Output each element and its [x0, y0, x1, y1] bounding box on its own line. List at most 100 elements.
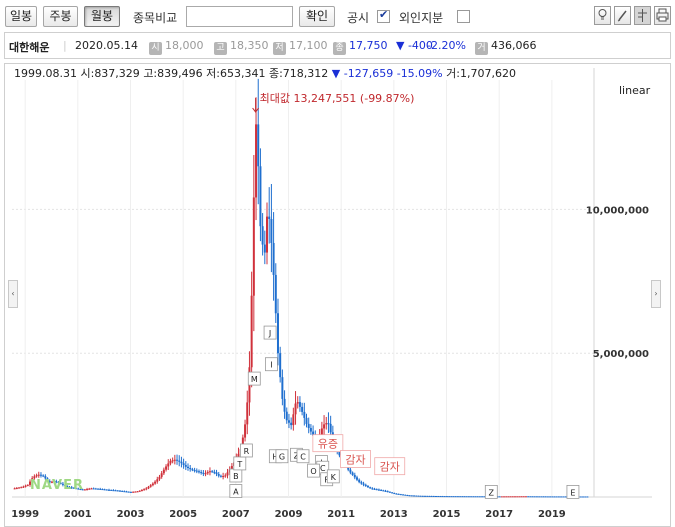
ohlc-body — [307, 423, 310, 428]
x-tick-label: 2015 — [433, 509, 461, 520]
ohlc-body — [417, 495, 420, 497]
ohlc-body — [272, 242, 275, 275]
x-tick-label: 2007 — [222, 509, 250, 520]
ohlc-body — [445, 496, 448, 498]
ohlc-body — [535, 496, 538, 498]
ohlc-body — [560, 496, 563, 498]
ohlc-body — [424, 495, 427, 497]
ohlc-body — [97, 488, 100, 490]
ohlc-body — [301, 406, 304, 412]
ohlc-body — [450, 496, 453, 498]
ohlc-body — [90, 488, 93, 490]
ohlc-body — [244, 424, 247, 438]
ohlc-body — [42, 475, 45, 477]
ohlc-body — [83, 489, 86, 491]
ohlc-body — [132, 491, 135, 493]
ohlc-body — [180, 461, 183, 464]
ohlc-body — [165, 466, 168, 470]
event-marker-label: G — [279, 453, 285, 462]
ohlc-body — [582, 496, 585, 498]
ohlc-body — [362, 483, 365, 485]
ohlc-body — [213, 471, 216, 473]
ohlc-body — [116, 490, 119, 492]
event-marker-label: R — [244, 447, 250, 456]
ohlc-body — [538, 496, 541, 498]
ohlc-body — [546, 496, 549, 498]
ohlc-body — [108, 489, 110, 491]
ohlc-body — [15, 487, 18, 489]
ohlc-body — [255, 124, 258, 198]
ohlc-body — [88, 488, 91, 490]
ohlc-body — [189, 468, 192, 470]
ohlc-body — [393, 493, 396, 495]
ohlc-body — [531, 496, 534, 498]
x-tick-label: 2013 — [380, 509, 408, 520]
ohlc-body — [178, 460, 181, 462]
ohlc-body — [211, 471, 214, 473]
ohlc-body — [160, 473, 163, 477]
ohlc-body — [305, 417, 308, 424]
ohlc-body — [402, 494, 405, 496]
x-tick-label: 2003 — [117, 509, 145, 520]
ohlc-body — [579, 496, 582, 498]
ohlc-body — [134, 491, 137, 493]
ohlc-body — [549, 496, 552, 498]
ohlc-body — [505, 496, 508, 498]
ohlc-body — [123, 491, 126, 493]
ohlc-body — [555, 496, 558, 498]
ohlc-body — [329, 423, 332, 433]
ohlc-body — [470, 496, 473, 498]
ohlc-body — [217, 473, 220, 476]
ohlc-body — [171, 460, 174, 462]
ohlc-body — [219, 475, 222, 477]
ohlc-body — [226, 472, 229, 476]
ohlc-body — [426, 495, 429, 497]
ohlc-body — [114, 490, 117, 492]
ohlc-body — [149, 485, 152, 487]
ohlc-body — [456, 496, 459, 498]
ohlc-body — [184, 465, 187, 467]
ohlc-body — [35, 475, 38, 477]
ohlc-body — [281, 377, 284, 399]
ohlc-body — [22, 486, 25, 488]
ohlc-body — [463, 496, 466, 498]
ohlc-body — [118, 490, 121, 492]
ohlc-body — [257, 124, 260, 167]
ohlc-body — [380, 489, 383, 491]
ohlc-body — [187, 466, 190, 469]
ohlc-body — [290, 422, 293, 426]
ohlc-body — [551, 496, 554, 498]
ohlc-body — [459, 496, 462, 498]
ohlc-body — [222, 476, 225, 478]
ohlc-body — [151, 483, 154, 486]
ohlc-body — [557, 496, 560, 498]
ohlc-body — [327, 423, 330, 425]
x-tick-label: 2017 — [485, 509, 513, 520]
x-tick-label: 2009 — [275, 509, 303, 520]
ohlc-body — [351, 472, 354, 475]
ohlc-body — [204, 473, 207, 475]
ohlc-body — [325, 423, 328, 425]
ohlc-body — [263, 244, 266, 253]
y-axis-ticks: 5,000,000 10,000,000 — [586, 205, 649, 360]
ohlc-body — [353, 474, 356, 478]
capital-event-label: 감자 — [380, 461, 400, 474]
ohlc-body — [250, 295, 253, 368]
ohlc-body — [99, 488, 102, 490]
ohlc-body — [270, 219, 273, 243]
ohlc-body — [261, 226, 264, 245]
capital-event-label: 유증 — [318, 438, 338, 451]
ohlc-body — [143, 489, 146, 491]
y-tick-label: 10,000,000 — [586, 205, 649, 216]
price-chart[interactable]: 5,000,000 10,000,000 1999 2001 2003 2005 2007… — [0, 0, 675, 527]
ohlc-body — [467, 496, 470, 498]
ohlc-body — [441, 496, 444, 498]
ohlc-body — [358, 479, 361, 483]
ohlc-body — [309, 427, 312, 432]
event-marker-label: C — [300, 453, 306, 462]
ohlc-body — [377, 489, 380, 491]
x-tick-label: 2019 — [538, 509, 566, 520]
ohlc-body — [419, 495, 422, 497]
event-marker-label: J — [268, 329, 271, 338]
ohlc-body — [103, 489, 106, 491]
